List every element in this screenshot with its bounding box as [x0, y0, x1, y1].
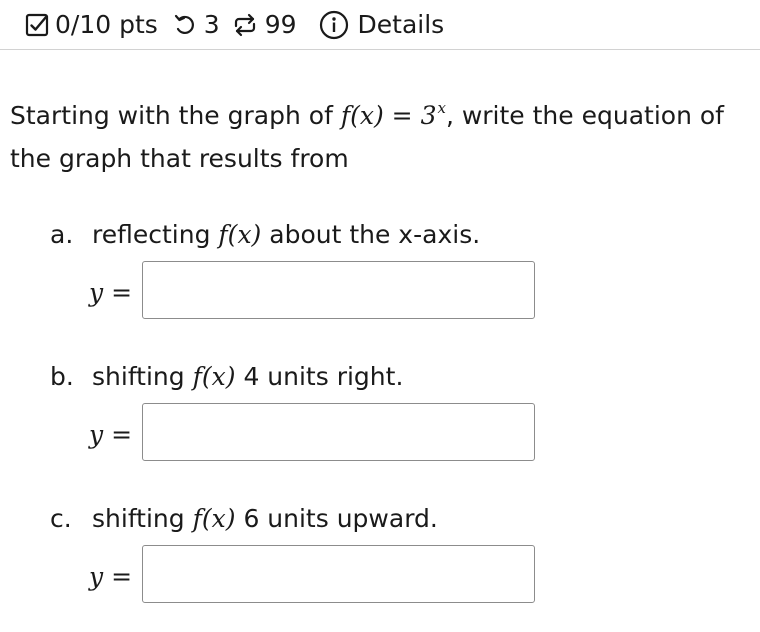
part-c-answer-input[interactable] — [142, 545, 535, 603]
part-b-statement: b. shifting f(x) 4 units right. — [50, 360, 403, 394]
part-text-start: reflecting — [92, 220, 219, 249]
part-b-answer-input[interactable] — [142, 403, 535, 461]
part-variable: x — [237, 220, 252, 249]
retry-icon — [173, 13, 197, 37]
part-paren-close: ) — [251, 220, 262, 249]
prompt-equals: = — [383, 101, 421, 130]
part-function-name: f — [192, 362, 202, 391]
part-text-start: shifting — [92, 362, 193, 391]
part-a-statement: a. reflecting f(x) about the x-axis. — [50, 218, 480, 252]
part-paren-open: ( — [201, 362, 212, 391]
part-variable: x — [211, 504, 226, 533]
part-letter: a. — [50, 220, 74, 249]
prompt-exponent: x — [437, 99, 446, 117]
part-text-end: about the x-axis. — [261, 220, 481, 249]
part-letter: c. — [50, 504, 72, 533]
details-link[interactable]: Details — [358, 10, 445, 39]
submissions-remaining: 99 — [264, 10, 297, 39]
prompt-text-start: Starting with the graph of — [10, 101, 341, 130]
part-variable: x — [211, 362, 226, 391]
prompt-paren-close: ) — [373, 101, 384, 130]
part-function-name: f — [192, 504, 202, 533]
part-c-answer-label: y = — [89, 562, 133, 591]
part-paren-open: ( — [227, 220, 238, 249]
part-paren-close: ) — [225, 362, 236, 391]
info-icon[interactable] — [319, 10, 349, 40]
prompt-function-name: f — [340, 101, 351, 130]
points-score: 0/10 pts — [55, 10, 158, 39]
part-paren-open: ( — [201, 504, 212, 533]
part-letter: b. — [50, 362, 74, 391]
part-text-start: shifting — [92, 504, 193, 533]
checkbox-check-icon — [25, 13, 49, 37]
part-a-answer-input[interactable] — [142, 261, 535, 319]
part-b-answer-label: y = — [89, 420, 133, 449]
part-c-statement: c. shifting f(x) 6 units upward. — [50, 502, 438, 536]
prompt-base: 3 — [420, 101, 437, 130]
part-text-end: 6 units upward. — [235, 504, 438, 533]
question-header: 0/10 pts 3 99 Details — [0, 0, 760, 50]
part-function-name: f — [218, 220, 228, 249]
part-paren-close: ) — [225, 504, 236, 533]
part-text-end: 4 units right. — [235, 362, 404, 391]
question-prompt: Starting with the graph of f(x) = 3x, wr… — [10, 96, 750, 179]
part-a-answer-label: y = — [89, 278, 133, 307]
prompt-variable: x — [359, 101, 374, 130]
retries-remaining: 3 — [203, 10, 220, 39]
submissions-icon — [232, 13, 258, 37]
prompt-paren-open: ( — [350, 101, 360, 130]
